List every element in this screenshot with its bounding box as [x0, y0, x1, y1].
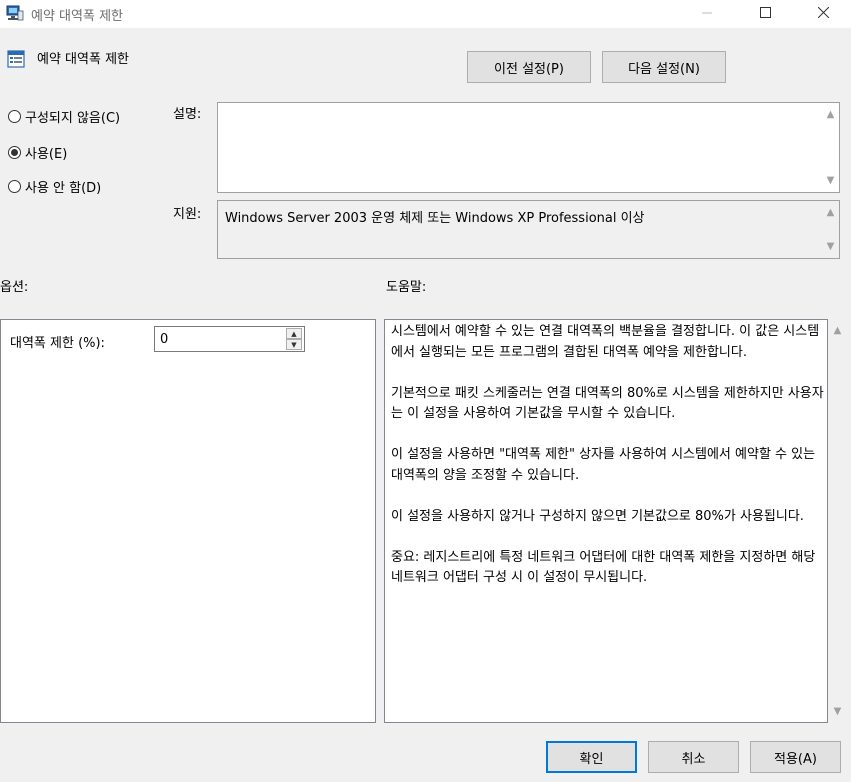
- close-button[interactable]: [800, 0, 846, 28]
- radio-label: 구성되지 않음(C): [25, 111, 121, 126]
- supported-label: 지원:: [173, 207, 202, 222]
- supported-on-field: Windows Server 2003 운영 체제 또는 Windows XP …: [217, 200, 840, 259]
- cancel-button[interactable]: 취소: [648, 741, 739, 773]
- maximize-icon: [759, 6, 771, 22]
- spin-down-icon[interactable]: ▼: [286, 339, 302, 350]
- supported-value: Windows Server 2003 운영 체제 또는 Windows XP …: [225, 211, 645, 226]
- radio-button[interactable]: [8, 110, 21, 123]
- scroll-up-icon[interactable]: ▲: [829, 322, 846, 339]
- computer-policy-icon: [6, 5, 24, 21]
- options-heading: 옵션:: [0, 280, 29, 295]
- radio-button[interactable]: [8, 180, 21, 193]
- bandwidth-limit-label: 대역폭 제한 (%):: [10, 336, 105, 351]
- bandwidth-limit-spinbox[interactable]: 0 ▲ ▼: [154, 326, 305, 352]
- help-paragraph: 시스템에서 예약할 수 있는 연결 대역폭의 백분율을 결정합니다. 이 값은 …: [391, 324, 820, 360]
- policy-title: 예약 대역폭 제한: [37, 52, 129, 67]
- scroll-up-icon[interactable]: ▲: [822, 204, 839, 221]
- help-paragraph: 기본적으로 패킷 스케줄러는 연결 대역폭의 80%로 시스템을 제한하지만 사…: [391, 385, 824, 422]
- policy-setting-icon: [7, 50, 25, 68]
- scroll-down-icon[interactable]: ▼: [829, 703, 846, 720]
- apply-button[interactable]: 적용(A): [750, 741, 841, 773]
- supported-scrollbar[interactable]: ▲ ▼: [822, 201, 839, 258]
- radio-not-configured[interactable]: 구성되지 않음(C): [8, 107, 120, 126]
- options-pane: 대역폭 제한 (%):: [0, 319, 376, 723]
- window-title: 예약 대역폭 제한: [31, 9, 123, 24]
- scroll-down-icon[interactable]: ▼: [822, 238, 839, 255]
- next-setting-button[interactable]: 다음 설정(N): [602, 51, 726, 83]
- description-scrollbar[interactable]: ▲ ▼: [822, 103, 839, 192]
- close-icon: [817, 6, 829, 22]
- help-heading: 도움말:: [386, 280, 427, 295]
- radio-label: 사용(E): [25, 147, 68, 162]
- help-pane: 시스템에서 예약할 수 있는 연결 대역폭의 백분율을 결정합니다. 이 값은 …: [384, 319, 828, 723]
- radio-label: 사용 안 함(D): [25, 181, 102, 196]
- scroll-down-icon[interactable]: ▼: [822, 172, 839, 189]
- radio-disabled[interactable]: 사용 안 함(D): [8, 177, 101, 196]
- help-paragraph: 이 설정을 사용하면 "대역폭 제한" 상자를 사용하여 시스템에서 예약할 수…: [391, 447, 816, 483]
- maximize-button[interactable]: [742, 0, 788, 28]
- ok-button[interactable]: 확인: [546, 741, 637, 773]
- description-label: 설명:: [173, 107, 202, 122]
- title-bar: 예약 대역폭 제한: [0, 0, 851, 28]
- help-scrollbar[interactable]: ▲ ▼: [829, 319, 846, 723]
- help-paragraph: 이 설정을 사용하지 않거나 구성하지 않으면 기본값으로 80%가 사용됩니다…: [391, 508, 804, 524]
- radio-enabled[interactable]: 사용(E): [8, 143, 67, 162]
- minimize-icon: [702, 7, 712, 22]
- bandwidth-limit-value[interactable]: 0: [160, 332, 168, 347]
- description-textarea[interactable]: ▲ ▼: [217, 102, 840, 193]
- minimize-button[interactable]: [684, 0, 730, 28]
- previous-setting-button[interactable]: 이전 설정(P): [467, 51, 591, 83]
- spin-up-icon[interactable]: ▲: [286, 328, 302, 339]
- radio-button[interactable]: [8, 146, 21, 159]
- help-paragraph: 중요: 레지스트리에 특정 네트워크 어댑터에 대한 대역폭 제한을 지정하면 …: [391, 549, 816, 586]
- scroll-up-icon[interactable]: ▲: [822, 106, 839, 123]
- help-text: 시스템에서 예약할 수 있는 연결 대역폭의 백분율을 결정합니다. 이 값은 …: [391, 322, 825, 609]
